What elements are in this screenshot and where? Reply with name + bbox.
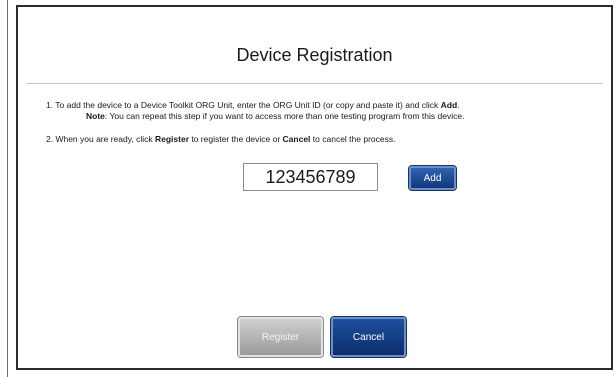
step1-add-keyword: Add [440, 100, 458, 110]
note-label: Note [86, 111, 105, 121]
step2-text-end: to cancel the process. [310, 134, 396, 144]
step1-period: . [457, 100, 460, 110]
instruction-step-2: 2. When you are ready, click Register to… [46, 134, 601, 145]
note-line: Note: You can repeat this step if you wa… [46, 111, 601, 122]
instruction-step-1: 1. To add the device to a Device Toolkit… [46, 100, 601, 122]
left-border-line [7, 0, 8, 377]
page-frame: Device Registration 1. To add the device… [0, 0, 616, 377]
dialog-title: Device Registration [236, 45, 393, 65]
add-button[interactable]: Add [409, 166, 456, 190]
step2-text-start: 2. When you are ready, click [46, 134, 155, 144]
step2-text-middle: to register the device or [189, 134, 283, 144]
title-divider [26, 83, 603, 84]
instructions: 1. To add the device to a Device Toolkit… [46, 100, 601, 154]
step2-cancel-keyword: Cancel [282, 134, 311, 144]
step2-register-keyword: Register [154, 134, 189, 144]
cancel-button[interactable]: Cancel [331, 317, 406, 357]
device-registration-dialog: Device Registration 1. To add the device… [16, 5, 613, 370]
org-unit-id-input[interactable] [243, 163, 378, 191]
register-button[interactable]: Register [238, 317, 323, 357]
note-text: : You can repeat this step if you want t… [104, 111, 465, 121]
step1-text: 1. To add the device to a Device Toolkit… [46, 100, 441, 110]
